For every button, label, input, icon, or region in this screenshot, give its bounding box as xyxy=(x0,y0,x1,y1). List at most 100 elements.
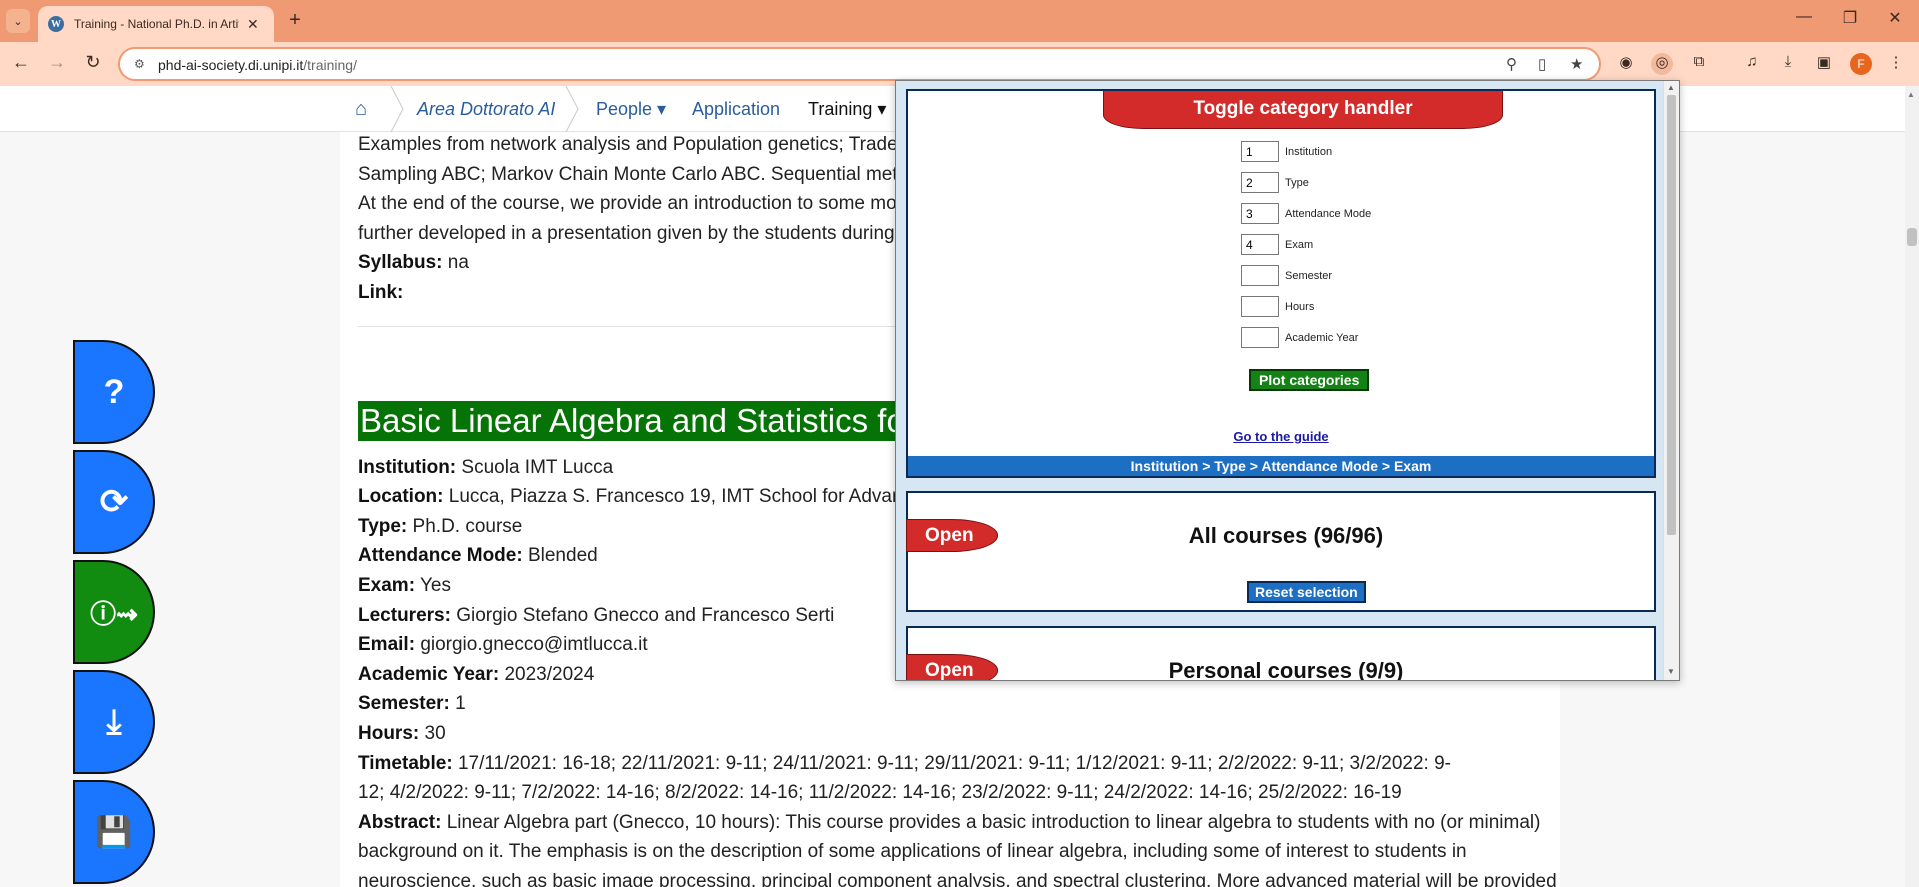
reading-mode-icon[interactable]: ▯ xyxy=(1538,55,1546,73)
question-mark-icon: ? xyxy=(103,372,125,411)
category-order-input[interactable] xyxy=(1241,234,1279,255)
back-icon[interactable]: ← xyxy=(8,52,34,73)
zoom-icon[interactable]: ⚲ xyxy=(1506,55,1517,73)
home-icon[interactable]: ⌂ xyxy=(355,98,367,121)
category-order-input[interactable] xyxy=(1241,265,1279,286)
restore-icon[interactable]: ❐ xyxy=(1832,8,1868,28)
downloads-icon[interactable]: ⤓ xyxy=(1777,53,1799,75)
forward-icon[interactable]: → xyxy=(44,52,70,73)
url-text: phd-ai-society.di.unipi.it/training/ xyxy=(158,57,357,73)
new-tab-button[interactable]: + xyxy=(282,8,308,34)
category-row-institution: Institution xyxy=(1241,141,1332,162)
category-order-input[interactable] xyxy=(1241,203,1279,224)
breadcrumb-separator-icon xyxy=(565,86,579,132)
previous-syllabus: Syllabus: na xyxy=(358,252,469,273)
extension-active-icon[interactable]: ◎ xyxy=(1651,53,1673,75)
page-scrollbar[interactable] xyxy=(1905,86,1919,887)
category-label: Institution xyxy=(1285,145,1333,158)
category-path: Institution > Type > Attendance Mode > E… xyxy=(908,456,1654,476)
category-row-attendance-mode: Attendance Mode xyxy=(1241,203,1371,224)
course-field-email: Email: giorgio.gnecco@imtlucca.it xyxy=(358,634,648,655)
media-control-icon[interactable]: ♫ xyxy=(1741,53,1763,75)
profile-avatar[interactable]: F xyxy=(1850,53,1872,75)
personal-courses-heading: Personal courses (9/9) xyxy=(1168,658,1404,681)
toggle-category-handler-button[interactable]: Toggle category handler xyxy=(1103,91,1503,129)
category-order-input[interactable] xyxy=(1241,327,1279,348)
category-row-academic-year: Academic Year xyxy=(1241,327,1358,348)
category-order-input[interactable] xyxy=(1241,172,1279,193)
course-abstract: Abstract: Linear Algebra part (Gnecco, 1… xyxy=(358,812,1541,833)
previous-abstract-line: further developed in a presentation give… xyxy=(358,223,895,244)
nav-application[interactable]: Application xyxy=(692,99,780,120)
course-timetable-cont: 12; 4/2/2022: 9-11; 7/2/2022: 14-16; 8/2… xyxy=(358,782,1402,803)
category-order-input[interactable] xyxy=(1241,296,1279,317)
course-title: Basic Linear Algebra and Statistics fo xyxy=(358,401,898,441)
course-timetable: Timetable: 17/11/2021: 16-18; 22/11/2021… xyxy=(358,753,1451,774)
category-label: Exam xyxy=(1285,238,1314,251)
category-label: Academic Year xyxy=(1285,331,1359,344)
refresh-icon: ⟳ xyxy=(99,483,129,521)
category-label: Attendance Mode xyxy=(1285,207,1372,220)
course-field-hours: Hours: 30 xyxy=(358,723,446,744)
course-field-exam: Exam: Yes xyxy=(358,575,451,596)
floppy-disk-icon: 💾 xyxy=(95,815,133,849)
plot-categories-button[interactable]: Plot categories xyxy=(1249,369,1370,391)
course-field-lecturers: Lecturers: Giorgio Stefano Gnecco and Fr… xyxy=(358,605,835,626)
popup-content: Toggle category handler Institution Type… xyxy=(896,81,1663,680)
reset-selection-button[interactable]: Reset selection xyxy=(1247,581,1366,603)
site-info-icon[interactable]: ⚙ xyxy=(134,57,150,71)
category-label: Hours xyxy=(1285,300,1315,313)
address-bar[interactable]: ⚙ phd-ai-society.di.unipi.it/training/ ⚲… xyxy=(118,47,1601,81)
course-abstract-cont: background on it. The emphasis is on the… xyxy=(358,841,1467,862)
extension-popup: Toggle category handler Institution Type… xyxy=(895,80,1680,681)
nav-training[interactable]: Training ▾ xyxy=(808,99,886,120)
nav-area-dottorato[interactable]: Area Dottorato AI xyxy=(417,99,555,120)
previous-abstract-line: Sampling ABC; Markov Chain Monte Carlo A… xyxy=(358,164,919,185)
download-icon: ⤓ xyxy=(106,702,122,741)
category-label: Type xyxy=(1285,176,1309,189)
breadcrumb-separator-icon xyxy=(390,86,404,132)
browser-menu-icon[interactable]: ⋮ xyxy=(1885,53,1907,75)
tab-search-button[interactable]: ⌄ xyxy=(6,9,30,33)
bookmark-star-icon[interactable]: ★ xyxy=(1570,55,1583,73)
all-courses-panel: All courses (96/96) Open Reset selection xyxy=(906,491,1656,612)
course-field-semester: Semester: 1 xyxy=(358,693,466,714)
page-scrollbar-thumb[interactable] xyxy=(1907,228,1917,246)
nav-people[interactable]: People ▾ xyxy=(596,99,666,120)
course-abstract-cont: neuroscience, such as basic image proces… xyxy=(358,871,1557,887)
category-handler-panel: Toggle category handler Institution Type… xyxy=(906,89,1656,478)
previous-abstract-line: At the end of the course, we provide an … xyxy=(358,193,897,214)
category-row-hours: Hours xyxy=(1241,296,1314,317)
personal-courses-panel: Personal courses (9/9) Open xyxy=(906,626,1656,681)
popup-scrollbar[interactable]: ▲ ▼ xyxy=(1663,81,1679,680)
tab-close-icon[interactable]: ✕ xyxy=(247,16,259,33)
scroll-down-arrow-icon[interactable]: ▼ xyxy=(1667,667,1675,676)
popup-scrollbar-thumb[interactable] xyxy=(1667,95,1676,535)
previous-abstract-line: Examples from network analysis and Popul… xyxy=(358,134,904,155)
course-field-academic-year: Academic Year: 2023/2024 xyxy=(358,664,595,685)
previous-link: Link: xyxy=(358,282,404,303)
reload-icon[interactable]: ↻ xyxy=(80,52,106,73)
course-divider xyxy=(358,326,898,327)
minimize-icon[interactable]: — xyxy=(1786,8,1822,26)
side-panel-icon[interactable]: ▣ xyxy=(1813,53,1835,75)
scroll-up-arrow-icon[interactable]: ▲ xyxy=(1907,90,1915,99)
info-arrow-icon: ⓘ⇝ xyxy=(90,598,138,629)
category-row-semester: Semester xyxy=(1241,265,1332,286)
category-row-type: Type xyxy=(1241,172,1309,193)
open-personal-courses-button[interactable]: Open xyxy=(906,654,998,680)
course-field-attendance: Attendance Mode: Blended xyxy=(358,545,598,566)
scroll-up-arrow-icon[interactable]: ▲ xyxy=(1667,83,1675,92)
open-all-courses-button[interactable]: Open xyxy=(906,519,998,552)
tab-title: Training - National Ph.D. in Artificial … xyxy=(74,17,239,31)
category-order-input[interactable] xyxy=(1241,141,1279,162)
course-field-institution: Institution: Scuola IMT Lucca xyxy=(358,457,614,478)
browser-tab-active[interactable]: W Training - National Ph.D. in Artificia… xyxy=(38,6,274,42)
page-left-margin xyxy=(0,132,340,887)
extensions-puzzle-icon[interactable]: ⧉ xyxy=(1688,53,1710,75)
course-field-type: Type: Ph.D. course xyxy=(358,516,523,537)
extension-colorful-icon[interactable]: ◉ xyxy=(1615,53,1637,75)
guide-link[interactable]: Go to the guide xyxy=(908,429,1654,444)
close-window-icon[interactable]: ✕ xyxy=(1877,8,1913,28)
course-field-location: Location: Lucca, Piazza S. Francesco 19,… xyxy=(358,486,934,507)
